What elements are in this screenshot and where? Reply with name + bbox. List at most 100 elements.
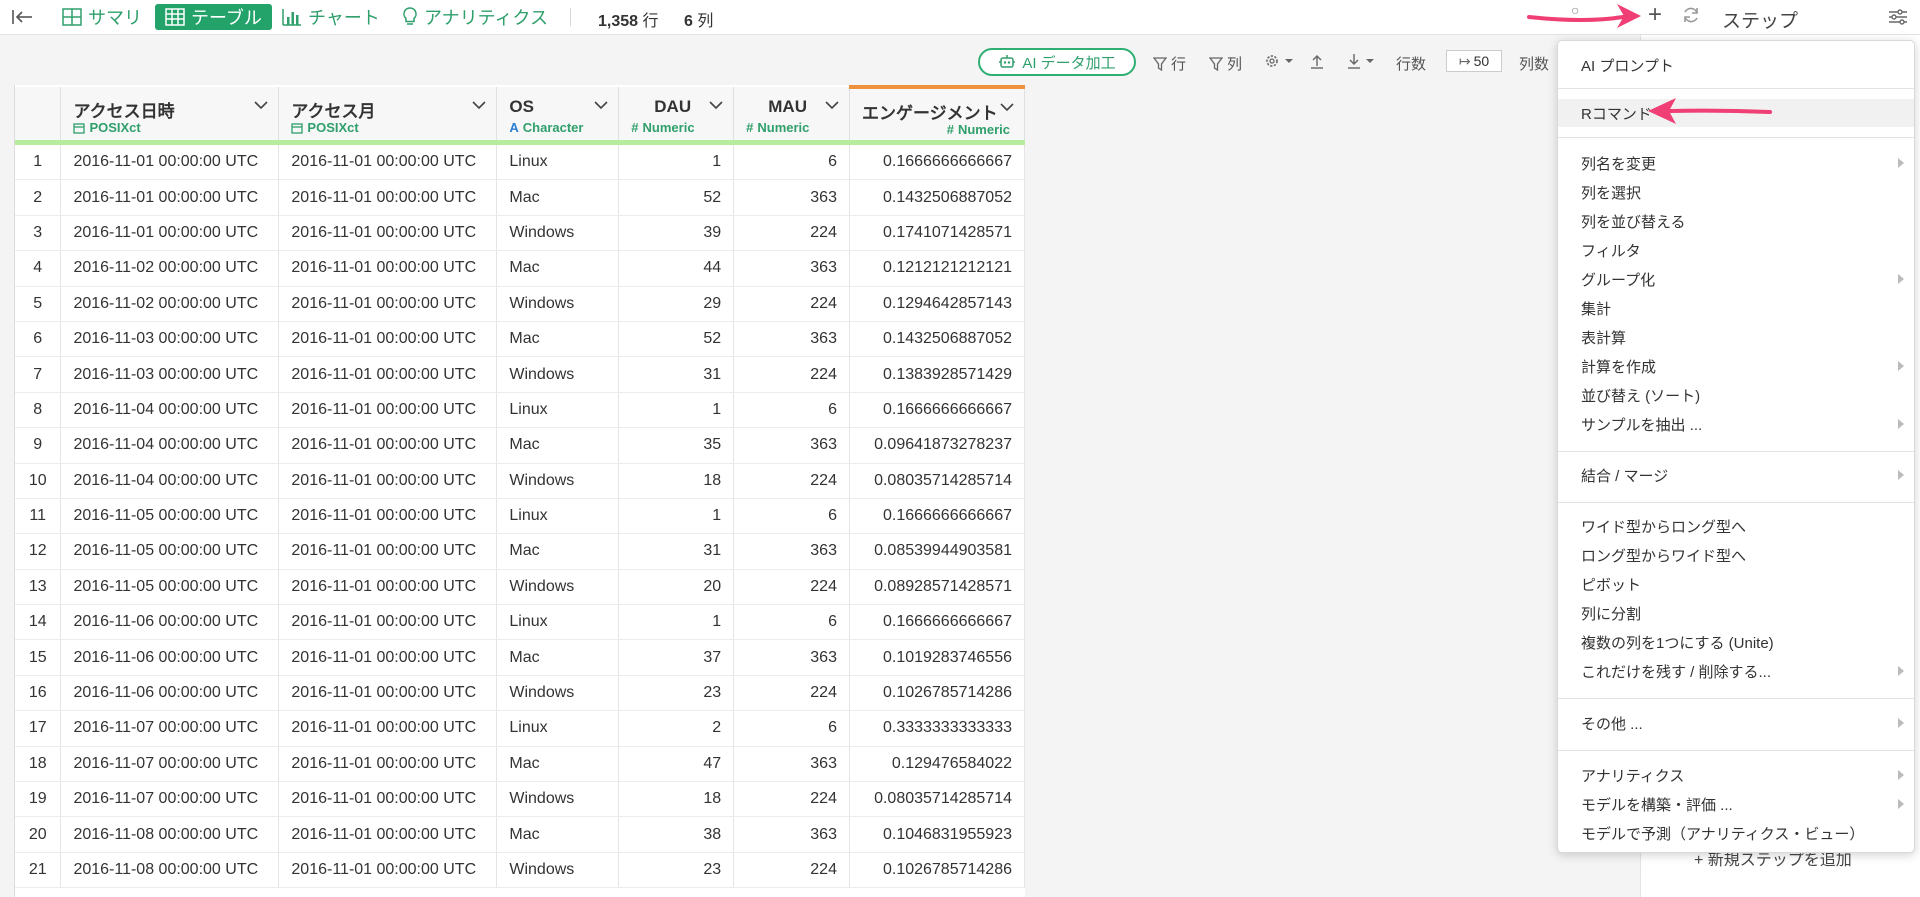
table-cell[interactable]: 2016-11-03 00:00:00 UTC	[60, 356, 280, 393]
table-cell[interactable]: Mac	[496, 816, 620, 853]
menu-item-unite[interactable]: 複数の列を1つにする (Unite)	[1558, 630, 1914, 654]
column-header-engagement[interactable]: エンゲージメント # Numeric	[849, 85, 1026, 145]
table-cell[interactable]: 0.1046831955923	[849, 816, 1026, 853]
menu-item-rename-columns[interactable]: 列名を変更	[1558, 151, 1914, 175]
table-cell[interactable]: 363	[733, 533, 850, 570]
table-cell[interactable]: Linux	[496, 392, 620, 429]
table-cell[interactable]: Mac	[496, 427, 620, 464]
table-cell[interactable]: 1	[618, 498, 735, 535]
menu-item-table-calc[interactable]: 表計算	[1558, 325, 1914, 349]
table-cell[interactable]: 0.1666666666667	[849, 392, 1026, 429]
table-cell[interactable]: 224	[733, 286, 850, 322]
table-cell[interactable]: 2016-11-07 00:00:00 UTC	[60, 710, 280, 747]
table-cell[interactable]: 224	[733, 356, 850, 393]
table-row[interactable]: 3 2016-11-01 00:00:00 UTC 2016-11-01 00:00…	[15, 215, 1026, 252]
table-cell[interactable]: 2016-11-01 00:00:00 UTC	[278, 569, 498, 606]
table-row[interactable]: 18 2016-11-07 00:00:00 UTC 2016-11-01 00:0…	[15, 746, 1026, 783]
table-cell[interactable]: 2016-11-08 00:00:00 UTC	[60, 816, 280, 853]
menu-item-select-columns[interactable]: 列を選択	[1558, 180, 1914, 204]
table-cell[interactable]: 18	[618, 463, 735, 499]
table-cell[interactable]: Mac	[496, 533, 620, 570]
table-cell[interactable]: 224	[733, 569, 850, 606]
table-cell[interactable]: Windows	[496, 286, 620, 322]
table-cell[interactable]: 2016-11-01 00:00:00 UTC	[278, 533, 498, 570]
table-cell[interactable]: 0.08035714285714	[849, 781, 1026, 818]
table-cell[interactable]: 2016-11-01 00:00:00 UTC	[278, 142, 498, 181]
table-cell[interactable]: 2016-11-01 00:00:00 UTC	[278, 286, 498, 322]
rows-count-input[interactable]: ↦ 50	[1446, 50, 1502, 72]
menu-item-predict[interactable]: モデルで予測（アナリティクス・ビュー）	[1558, 821, 1914, 845]
table-cell[interactable]: 2016-11-01 00:00:00 UTC	[60, 215, 280, 252]
menu-item-sample[interactable]: サンプルを抽出 ...	[1558, 412, 1914, 436]
tab-summary[interactable]: サマリ	[62, 4, 142, 30]
table-cell[interactable]: 2016-11-06 00:00:00 UTC	[60, 675, 280, 712]
menu-item-analytics[interactable]: アナリティクス	[1558, 763, 1914, 787]
table-cell[interactable]: 6	[733, 604, 850, 641]
table-cell[interactable]: Windows	[496, 215, 620, 252]
table-cell[interactable]: 224	[733, 215, 850, 252]
table-cell[interactable]: 0.1212121212121	[849, 250, 1026, 287]
table-cell[interactable]: Mac	[496, 179, 620, 216]
table-cell[interactable]: 2016-11-01 00:00:00 UTC	[278, 746, 498, 783]
settings-sliders-icon[interactable]	[1888, 8, 1908, 31]
table-cell[interactable]: 2016-11-06 00:00:00 UTC	[60, 639, 280, 676]
table-cell[interactable]: 2016-11-01 00:00:00 UTC	[278, 675, 498, 712]
table-cell[interactable]: 0.09641873278237	[849, 427, 1026, 464]
refresh-icon[interactable]	[1681, 5, 1701, 31]
table-cell[interactable]: 2016-11-05 00:00:00 UTC	[60, 498, 280, 535]
table-cell[interactable]: 0.1026785714286	[849, 675, 1026, 712]
menu-item-separate-column[interactable]: 列に分割	[1558, 601, 1914, 625]
table-row[interactable]: 2 2016-11-01 00:00:00 UTC 2016-11-01 00:00…	[15, 179, 1026, 216]
table-cell[interactable]: 2016-11-01 00:00:00 UTC	[278, 250, 498, 287]
table-cell[interactable]: 2016-11-01 00:00:00 UTC	[278, 321, 498, 358]
table-cell[interactable]: 2016-11-01 00:00:00 UTC	[278, 463, 498, 499]
table-cell[interactable]: 0.1432506887052	[849, 321, 1026, 358]
chevron-down-icon[interactable]	[825, 101, 839, 110]
table-cell[interactable]: 2016-11-01 00:00:00 UTC	[278, 427, 498, 464]
menu-item-long-to-wide[interactable]: ロング型からワイド型へ	[1558, 543, 1914, 567]
table-cell[interactable]: 2016-11-01 00:00:00 UTC	[278, 781, 498, 818]
table-row[interactable]: 8 2016-11-04 00:00:00 UTC 2016-11-01 00:00…	[15, 392, 1026, 429]
table-cell[interactable]: Linux	[496, 498, 620, 535]
table-cell[interactable]: 2016-11-07 00:00:00 UTC	[60, 746, 280, 783]
menu-item-wide-to-long[interactable]: ワイド型からロング型へ	[1558, 514, 1914, 538]
table-row[interactable]: 14 2016-11-06 00:00:00 UTC 2016-11-01 00:0…	[15, 604, 1026, 641]
table-cell[interactable]: 6	[733, 392, 850, 429]
chevron-down-icon[interactable]	[472, 101, 486, 110]
table-cell[interactable]: Mac	[496, 639, 620, 676]
table-cell[interactable]: 224	[733, 781, 850, 818]
table-cell[interactable]: 2016-11-01 00:00:00 UTC	[278, 392, 498, 429]
column-header-dau[interactable]: DAU # Numeric	[618, 87, 735, 145]
table-cell[interactable]: 38	[618, 816, 735, 853]
tab-table[interactable]: テーブル	[155, 4, 272, 30]
table-cell[interactable]: Linux	[496, 710, 620, 747]
collapse-sidebar-icon[interactable]	[10, 4, 40, 30]
table-cell[interactable]: 39	[618, 215, 735, 252]
menu-item-pivot[interactable]: ピボット	[1558, 572, 1914, 596]
table-cell[interactable]: 0.08928571428571	[849, 569, 1026, 606]
table-row[interactable]: 1 2016-11-01 00:00:00 UTC 2016-11-01 00:00…	[15, 142, 1026, 181]
column-header-access-datetime[interactable]: アクセス日時 POSIXct	[60, 87, 280, 145]
table-cell[interactable]: 20	[618, 569, 735, 606]
table-cell[interactable]: 44	[618, 250, 735, 287]
table-cell[interactable]: 2016-11-01 00:00:00 UTC	[278, 498, 498, 535]
table-cell[interactable]: Windows	[496, 463, 620, 499]
table-cell[interactable]: 0.1026785714286	[849, 852, 1026, 889]
table-cell[interactable]: 1	[618, 142, 735, 181]
table-row[interactable]: 20 2016-11-08 00:00:00 UTC 2016-11-01 00:0…	[15, 816, 1026, 853]
table-cell[interactable]: 0.08035714285714	[849, 463, 1026, 499]
table-cell[interactable]: 31	[618, 533, 735, 570]
table-cell[interactable]: 363	[733, 321, 850, 358]
download-button[interactable]	[1347, 53, 1379, 69]
table-cell[interactable]: 52	[618, 321, 735, 358]
table-cell[interactable]: 2016-11-04 00:00:00 UTC	[60, 463, 280, 499]
table-cell[interactable]: 2016-11-01 00:00:00 UTC	[278, 604, 498, 641]
table-cell[interactable]: Windows	[496, 852, 620, 889]
table-cell[interactable]: 2016-11-06 00:00:00 UTC	[60, 604, 280, 641]
table-cell[interactable]: 2016-11-04 00:00:00 UTC	[60, 392, 280, 429]
table-row[interactable]: 16 2016-11-06 00:00:00 UTC 2016-11-01 00:0…	[15, 675, 1026, 712]
table-cell[interactable]: 363	[733, 639, 850, 676]
table-cell[interactable]: Mac	[496, 321, 620, 358]
table-row[interactable]: 12 2016-11-05 00:00:00 UTC 2016-11-01 00:0…	[15, 533, 1026, 570]
table-cell[interactable]: Mac	[496, 746, 620, 783]
